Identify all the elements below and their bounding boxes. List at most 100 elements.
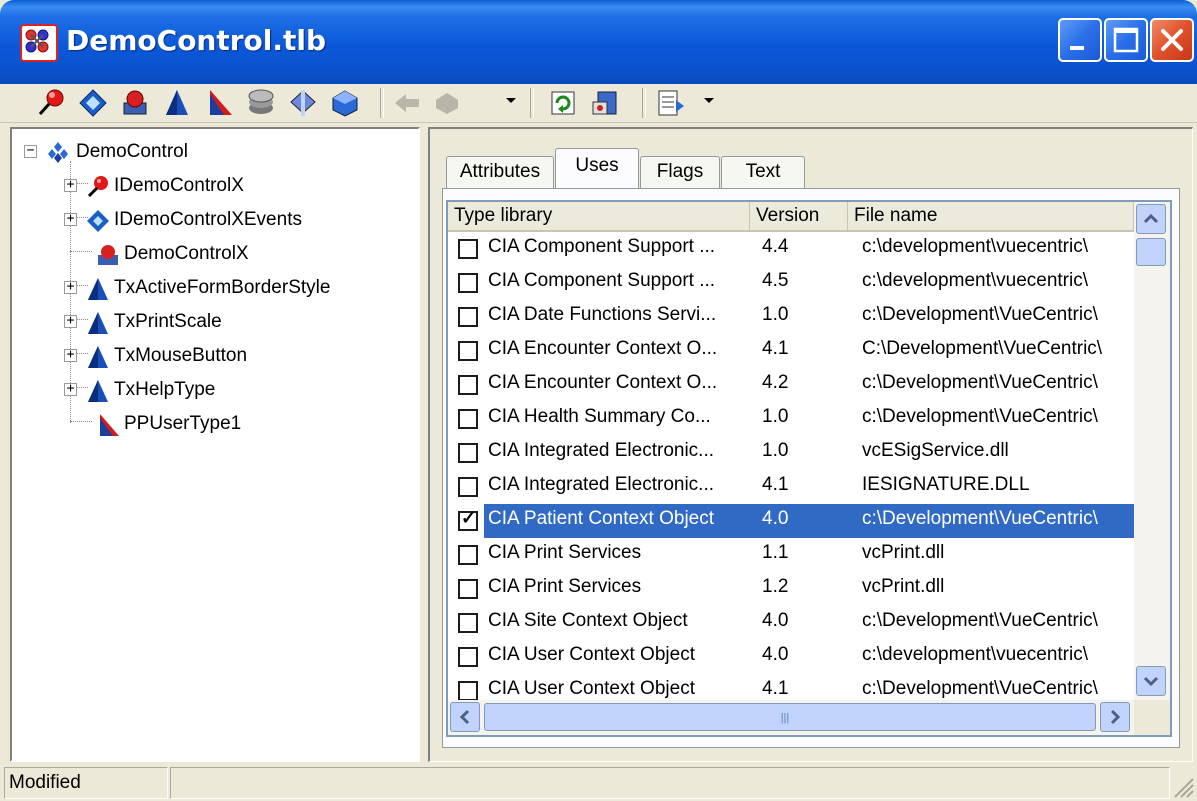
cell-version: 4.5	[762, 270, 789, 291]
cell-file: vcESigService.dll	[862, 440, 1009, 461]
union-icon[interactable]	[288, 88, 318, 118]
tab-uses[interactable]: Uses	[555, 148, 639, 188]
blue-cone-icon	[86, 345, 110, 369]
row-checkbox[interactable]	[458, 443, 478, 463]
table-row[interactable]: CIA Encounter Context O... 4.2 c:\Developm…	[448, 368, 1138, 402]
expand-icon[interactable]: +	[64, 212, 77, 226]
row-checkbox[interactable]	[458, 613, 478, 633]
table-row[interactable]: CIA Date Functions Servi... 1.0 c:\Develop…	[448, 300, 1138, 334]
alias-icon[interactable]	[330, 88, 360, 118]
app-icon[interactable]	[20, 24, 58, 62]
blue-diamond-icon[interactable]	[78, 88, 108, 118]
cell-name: CIA Date Functions Servi...	[488, 304, 717, 325]
column-header-type-library[interactable]: Type library	[448, 202, 750, 232]
column-header-version[interactable]: Version	[750, 202, 848, 232]
dropdown-arrow-icon[interactable]	[704, 98, 714, 103]
close-button[interactable]	[1150, 18, 1194, 62]
expand-icon[interactable]: +	[64, 314, 77, 328]
scroll-right-button[interactable]	[1100, 702, 1130, 732]
tree-item-label: PPUserType1	[124, 413, 242, 434]
vertical-scrollbar[interactable]	[1134, 202, 1170, 700]
cell-name: CIA Print Services	[488, 542, 642, 563]
cell-version: 1.0	[762, 406, 789, 427]
uses-list-view[interactable]: Type library Version File name CIA Compo…	[446, 200, 1172, 737]
row-checkbox[interactable]	[458, 239, 478, 259]
property-icon[interactable]	[432, 88, 462, 118]
cell-file: c:\development\vuecentric\	[862, 236, 1089, 257]
resize-grip-icon[interactable]	[1169, 773, 1195, 799]
method-icon[interactable]	[392, 88, 422, 118]
table-row[interactable]: CIA Print Services 1.2 vcPrint.dll	[448, 572, 1138, 606]
blue-cone-icon	[86, 277, 110, 301]
row-checkbox[interactable]	[458, 477, 478, 497]
row-checkbox[interactable]	[458, 409, 478, 429]
expand-icon[interactable]: +	[64, 178, 77, 192]
cell-file: c:\Development\VueCentric\	[862, 304, 1098, 325]
tree-item-idemocontrolxevents[interactable]: + IDemoControlXEvents	[12, 205, 412, 237]
register-icon[interactable]	[590, 88, 620, 118]
tab-flags[interactable]: Flags	[640, 156, 720, 188]
cell-file: c:\Development\VueCentric\	[862, 678, 1098, 699]
table-row[interactable]: CIA Print Services 1.1 vcPrint.dll	[448, 538, 1138, 572]
row-checkbox[interactable]	[458, 307, 478, 327]
table-row[interactable]: CIA Health Summary Co... 1.0 c:\Developmen…	[448, 402, 1138, 436]
tree-item-txactiveformborderstyle[interactable]: + TxActiveFormBorderStyle	[12, 273, 412, 305]
table-row[interactable]: CIA Encounter Context O... 4.1 C:\Developm…	[448, 334, 1138, 368]
row-checkbox[interactable]	[458, 647, 478, 667]
dropdown-arrow-icon[interactable]	[506, 98, 516, 103]
table-row[interactable]: CIA Integrated Electronic... 1.0 vcESigSer…	[448, 436, 1138, 470]
tree-view[interactable]: − DemoControl + IDemoControlX + IDemoCon…	[10, 127, 420, 762]
cell-name: CIA Component Support ...	[488, 236, 716, 257]
table-row[interactable]: CIA Component Support ... 4.4 c:\developme…	[448, 232, 1138, 266]
tree-item-democontrolx[interactable]: DemoControlX	[12, 239, 412, 271]
row-checkbox[interactable]	[458, 681, 478, 701]
table-row[interactable]: CIA Integrated Electronic... 4.1 IESIGNATU…	[448, 470, 1138, 504]
tree-item-txhelptype[interactable]: + TxHelpType	[12, 375, 412, 407]
minimize-button[interactable]	[1058, 18, 1102, 62]
column-header-file-name[interactable]: File name	[848, 202, 1134, 232]
title-bar[interactable]: DemoControl.tlb	[0, 0, 1197, 84]
cell-file: c:\Development\VueCentric\	[862, 610, 1098, 631]
tree-item-txprintscale[interactable]: + TxPrintScale	[12, 307, 412, 339]
maximize-button[interactable]	[1104, 18, 1148, 62]
tab-text[interactable]: Text	[721, 156, 805, 188]
horizontal-scrollbar[interactable]: |||	[448, 700, 1134, 735]
expand-icon[interactable]: +	[64, 348, 77, 362]
expand-icon[interactable]: +	[64, 280, 77, 294]
expand-icon[interactable]: +	[64, 382, 77, 396]
scroll-up-button[interactable]	[1136, 204, 1166, 234]
vertical-scroll-thumb[interactable]	[1136, 238, 1166, 266]
row-checkbox[interactable]	[458, 341, 478, 361]
table-row[interactable]: CIA Site Context Object 4.0 c:\Development…	[448, 606, 1138, 640]
stack-icon[interactable]	[246, 88, 276, 118]
scroll-down-button[interactable]	[1136, 666, 1166, 696]
tree-item-txmousebutton[interactable]: + TxMouseButton	[12, 341, 412, 373]
cell-name: CIA Integrated Electronic...	[488, 474, 715, 495]
horizontal-scroll-thumb[interactable]: |||	[484, 703, 1096, 731]
tree-item-demo-control[interactable]: − DemoControl	[12, 137, 412, 169]
tab-attributes[interactable]: Attributes	[446, 156, 554, 188]
red-pin-icon[interactable]	[36, 88, 66, 118]
tree-item-idemocontrolx[interactable]: + IDemoControlX	[12, 171, 412, 203]
cell-version: 4.1	[762, 678, 789, 699]
scroll-left-button[interactable]	[450, 702, 480, 732]
refresh-icon[interactable]	[548, 88, 578, 118]
record-icon[interactable]	[204, 88, 234, 118]
cell-name: CIA Encounter Context O...	[488, 338, 718, 359]
table-row[interactable]: ✓ CIA Patient Context Object 4.0 c:\Develop…	[448, 504, 1138, 538]
table-row[interactable]: CIA Component Support ... 4.5 c:\developme…	[448, 266, 1138, 300]
coclass-icon[interactable]	[120, 88, 150, 118]
blue-cone-icon[interactable]	[162, 88, 192, 118]
table-row[interactable]: CIA User Context Object 4.0 c:\development…	[448, 640, 1138, 674]
row-checkbox[interactable]	[458, 579, 478, 599]
cell-file: C:\Development\VueCentric\	[862, 338, 1103, 359]
tree-item-ppusertype1[interactable]: PPUserType1	[12, 409, 412, 441]
cell-name: CIA User Context Object	[488, 678, 695, 699]
chevron-up-icon	[1143, 213, 1159, 224]
row-checkbox[interactable]	[458, 273, 478, 293]
export-icon[interactable]	[656, 88, 686, 118]
row-checkbox[interactable]	[458, 545, 478, 565]
collapse-icon[interactable]: −	[24, 144, 37, 158]
row-checkbox[interactable]: ✓	[458, 508, 478, 531]
row-checkbox[interactable]	[458, 375, 478, 395]
